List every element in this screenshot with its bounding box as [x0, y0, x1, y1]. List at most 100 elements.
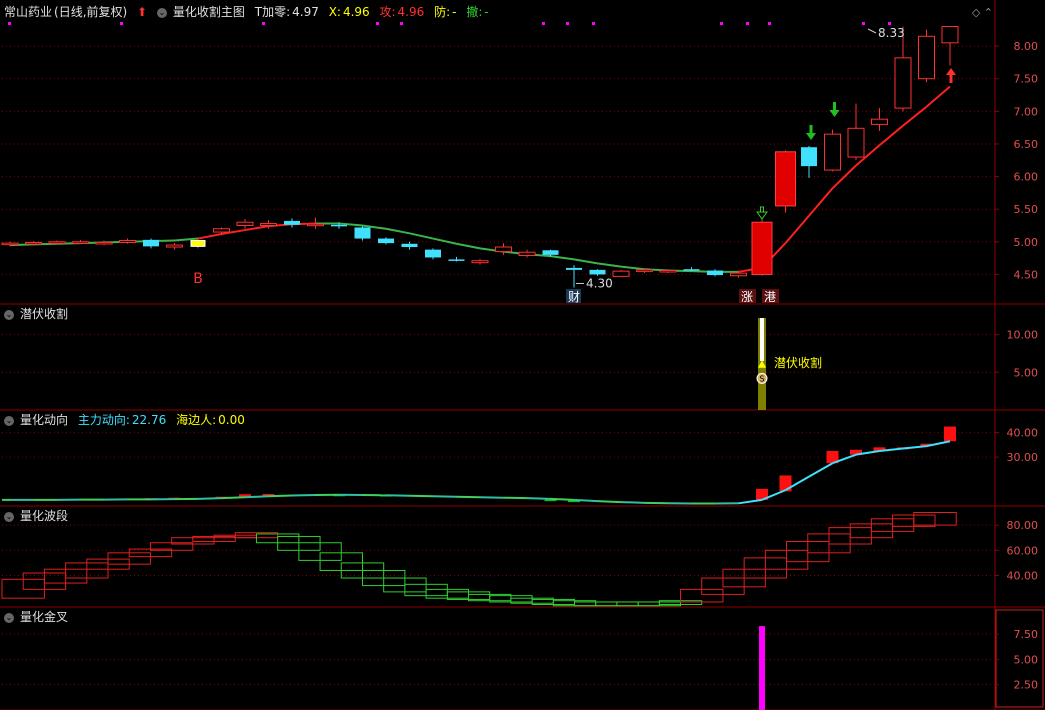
main-axis-tick-label: 6.00	[1014, 171, 1039, 184]
panel5-dropdown-icon[interactable]: ⌄	[4, 612, 14, 623]
dropdown-icon[interactable]: ⌄	[156, 7, 167, 18]
signal-dot	[592, 22, 595, 25]
candle-body	[401, 243, 418, 248]
signal-dot	[862, 22, 865, 25]
ma-line-segment	[808, 187, 834, 217]
chart-canvas: 4.50 5.00 5.50 6.00 6.50 7.00 7.50 8.00 B 4.30 财 涨港…	[0, 0, 1045, 710]
p2-axis-tick-label: 10.00	[1007, 329, 1039, 342]
candle-body	[775, 151, 796, 207]
gong-value: 4.96	[397, 5, 425, 19]
p3-main-force-line	[268, 494, 293, 498]
candle-body	[918, 35, 935, 80]
candle-body	[707, 270, 723, 276]
candle-body	[894, 57, 912, 109]
panel4-title[interactable]: 量化波段	[20, 509, 68, 523]
signal-dot	[888, 22, 891, 25]
buy-signal-label: B	[193, 271, 203, 287]
low-price-label: 4.30	[586, 276, 613, 290]
candle-body	[307, 223, 324, 227]
cai-label: 财	[568, 290, 580, 304]
ma-line-segment	[550, 255, 575, 261]
candle-body	[730, 272, 747, 277]
candle-body	[425, 249, 441, 258]
stock-name[interactable]: 常山药业	[4, 5, 52, 19]
candle-body	[48, 241, 66, 244]
candle-body	[871, 118, 888, 125]
candle-body	[941, 26, 959, 44]
fang-label: 防:	[434, 5, 451, 19]
high-pointer	[867, 28, 877, 34]
ma-line-segment	[902, 105, 928, 127]
main-axis-tick-label: 5.00	[1014, 236, 1039, 249]
signal-dot	[262, 22, 265, 25]
candle-body	[847, 127, 865, 158]
candle-body	[824, 133, 841, 171]
zhang-label: 涨	[741, 289, 753, 304]
ma-line-segment	[878, 124, 904, 147]
panel4-header: ⌄ 量化波段	[4, 508, 74, 524]
panel2-title[interactable]: 潜伏收割	[20, 307, 68, 321]
candle-body	[448, 259, 465, 261]
ma-line-segment	[925, 85, 951, 108]
indicator-name[interactable]: 量化收割主图	[173, 5, 245, 19]
candle-body	[612, 270, 630, 277]
candle-body	[213, 228, 230, 233]
candle-body	[284, 220, 300, 225]
candle-body	[143, 239, 159, 247]
signal-dot	[376, 22, 379, 25]
panel5-header: ⌄ 量化金叉	[4, 609, 74, 625]
main-force-value: 22.76	[131, 413, 167, 427]
candle-body	[119, 240, 136, 243]
high-price-label: 8.33	[878, 26, 905, 40]
candle-body	[495, 246, 512, 253]
candle-body	[25, 241, 42, 245]
p3-main-force-line	[902, 445, 927, 450]
p3-main-force-line	[526, 497, 551, 500]
ma-line-segment	[432, 237, 457, 245]
expand-icon[interactable]: ⌃	[984, 6, 993, 19]
candle-body	[236, 221, 254, 227]
candle-body	[636, 269, 653, 272]
p4-axis-tick-label: 80.00	[1007, 519, 1039, 532]
candle-body	[801, 147, 817, 167]
green-down-arrow-icon	[829, 102, 840, 117]
top-right-icons: ◇ ⌃	[972, 6, 993, 19]
panel2-dropdown-icon[interactable]: ⌄	[4, 309, 14, 320]
panel3-dropdown-icon[interactable]: ⌄	[4, 415, 14, 426]
candle-body	[659, 270, 677, 273]
main-axis-tick-label: 8.00	[1014, 40, 1039, 53]
p4-axis-tick-label: 60.00	[1007, 544, 1039, 557]
candle-body	[589, 269, 606, 275]
signal-dot	[746, 22, 749, 25]
signal-dot	[120, 22, 123, 25]
p3-main-force-line	[244, 495, 269, 499]
p2-signal-highlight	[760, 318, 764, 361]
ma-line-segment	[197, 232, 222, 240]
x-label: X:	[328, 5, 341, 19]
panel3-header: ⌄ 量化动向 主力动向: 22.76 海边人: 0.00	[4, 412, 251, 428]
panel4-dropdown-icon[interactable]: ⌄	[4, 511, 14, 522]
p3-main-force-line	[597, 500, 622, 504]
fang-value: -	[452, 5, 457, 19]
period-label[interactable]: (日线,前复权)	[54, 5, 127, 19]
green-down-arrow-icon	[806, 125, 816, 140]
main-axis-tick-label: 7.50	[1014, 73, 1039, 86]
diamond-icon[interactable]: ◇	[972, 6, 980, 19]
red-up-arrow-icon	[946, 68, 956, 83]
p3-main-force-line	[221, 496, 246, 500]
main-axis-tick-label: 7.00	[1014, 105, 1039, 118]
candle-body	[166, 244, 183, 248]
p2-signal-label: 潜伏收割	[774, 355, 822, 370]
panel3-title[interactable]: 量化动向	[20, 413, 68, 427]
panel5-title[interactable]: 量化金叉	[20, 610, 68, 624]
t-value: 4.97	[292, 5, 319, 19]
t-label: T加零:	[254, 5, 291, 19]
candle-body	[95, 241, 113, 245]
p5-axis-tick-label: 7.50	[1014, 628, 1039, 641]
p3-red-bar	[944, 426, 956, 442]
che-label: 撤:	[466, 5, 483, 19]
p3-main-force-line	[738, 498, 763, 505]
signal-dot	[400, 22, 403, 25]
candle-body	[354, 227, 371, 239]
ma-line-segment	[244, 225, 269, 232]
